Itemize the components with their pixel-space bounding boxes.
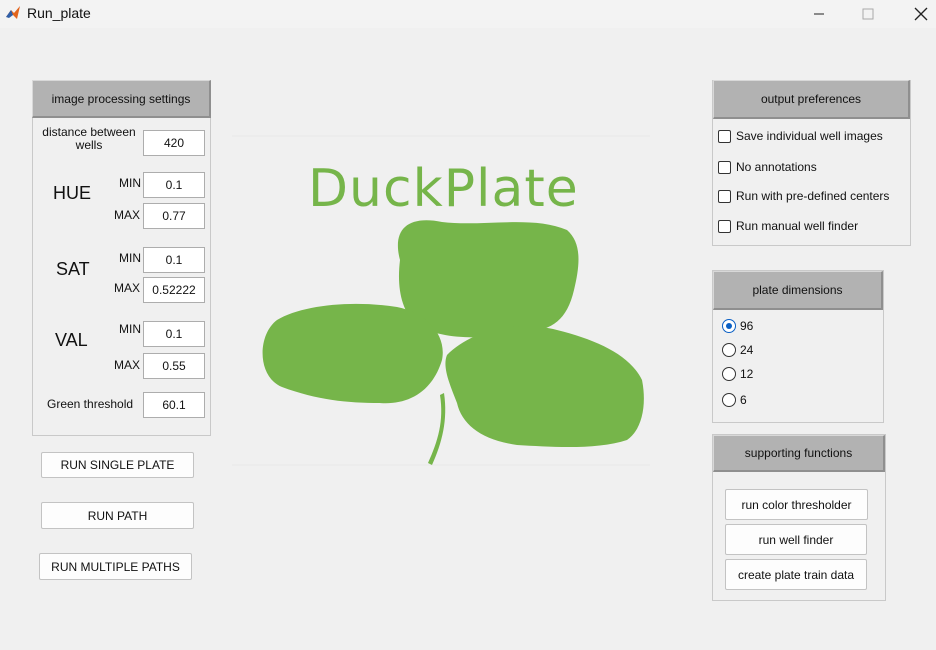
run-plate-window: Run_plate image processing settings dist… xyxy=(0,0,936,650)
val-min-input[interactable]: 0.1 xyxy=(143,321,205,347)
minimize-icon xyxy=(814,13,824,15)
maximize-button[interactable] xyxy=(845,0,891,28)
output-preferences-header: output preferences xyxy=(713,80,910,119)
title-bar: Run_plate xyxy=(0,0,936,28)
hue-label: HUE xyxy=(53,183,92,203)
run-well-finder-button[interactable]: run well finder xyxy=(725,524,867,555)
window-title: Run_plate xyxy=(27,5,91,21)
run-path-button[interactable]: RUN PATH xyxy=(41,502,194,529)
logo-text: DuckPlate xyxy=(308,159,579,219)
hue-max-input[interactable]: 0.77 xyxy=(143,203,205,229)
val-max-label: MAX xyxy=(114,358,141,372)
plate-6-radio[interactable]: 6 xyxy=(722,393,747,407)
checkbox-label: No annotations xyxy=(736,160,817,174)
green-threshold-input[interactable]: 60.1 xyxy=(143,392,205,418)
plate-24-radio[interactable]: 24 xyxy=(722,343,753,357)
val-max-input[interactable]: 0.55 xyxy=(143,353,205,379)
save-well-images-checkbox[interactable]: Save individual well images xyxy=(718,129,883,143)
val-label: VAL xyxy=(55,330,88,350)
sat-label: SAT xyxy=(56,259,90,279)
supporting-functions-header: supporting functions xyxy=(713,435,885,472)
manual-well-finder-checkbox[interactable]: Run manual well finder xyxy=(718,219,858,233)
distance-input[interactable]: 420 xyxy=(143,130,205,156)
duckplate-logo: DuckPlate xyxy=(232,135,650,467)
checkbox-box[interactable] xyxy=(718,129,731,143)
sat-min-label: MIN xyxy=(119,251,141,265)
radio-label: 12 xyxy=(740,367,754,381)
sat-max-input[interactable]: 0.52222 xyxy=(143,277,205,303)
checkbox-box[interactable] xyxy=(718,160,731,174)
val-min-label: MIN xyxy=(119,322,141,336)
create-plate-train-data-button[interactable]: create plate train data xyxy=(725,559,867,590)
matlab-icon xyxy=(6,6,20,19)
no-annotations-checkbox[interactable]: No annotations xyxy=(718,160,817,174)
minimize-button[interactable] xyxy=(796,0,842,28)
plate-96-radio[interactable]: 96 xyxy=(722,319,753,333)
radio-button[interactable] xyxy=(722,367,736,381)
image-processing-header: image processing settings xyxy=(32,80,211,118)
checkbox-box[interactable] xyxy=(718,189,731,203)
checkbox-box[interactable] xyxy=(718,219,731,233)
sat-min-input[interactable]: 0.1 xyxy=(143,247,205,273)
radio-button[interactable] xyxy=(722,343,736,357)
plate-dimensions-header: plate dimensions xyxy=(713,271,883,310)
radio-label: 6 xyxy=(740,393,747,407)
checkbox-label: Save individual well images xyxy=(736,129,883,143)
run-multiple-paths-button[interactable]: RUN MULTIPLE PATHS xyxy=(39,553,192,580)
green-threshold-label: Green threshold xyxy=(47,397,134,411)
plate-12-radio[interactable]: 12 xyxy=(722,367,753,381)
hue-min-label: MIN xyxy=(119,176,141,190)
radio-button[interactable] xyxy=(722,319,736,333)
radio-label: 96 xyxy=(740,319,754,333)
hue-max-label: MAX xyxy=(114,208,141,222)
close-button[interactable] xyxy=(898,0,936,28)
hue-min-input[interactable]: 0.1 xyxy=(143,172,205,198)
maximize-icon xyxy=(862,8,874,20)
sat-max-label: MAX xyxy=(114,281,141,295)
radio-button[interactable] xyxy=(722,393,736,407)
checkbox-label: Run with pre-defined centers xyxy=(736,189,890,203)
checkbox-label: Run manual well finder xyxy=(736,219,859,233)
run-color-thresholder-button[interactable]: run color thresholder xyxy=(725,489,868,520)
predefined-centers-checkbox[interactable]: Run with pre-defined centers xyxy=(718,189,889,203)
distance-label: distance between wells xyxy=(42,125,136,152)
radio-label: 24 xyxy=(740,343,754,357)
close-icon xyxy=(914,7,928,21)
run-single-plate-button[interactable]: RUN SINGLE PLATE xyxy=(41,452,194,478)
